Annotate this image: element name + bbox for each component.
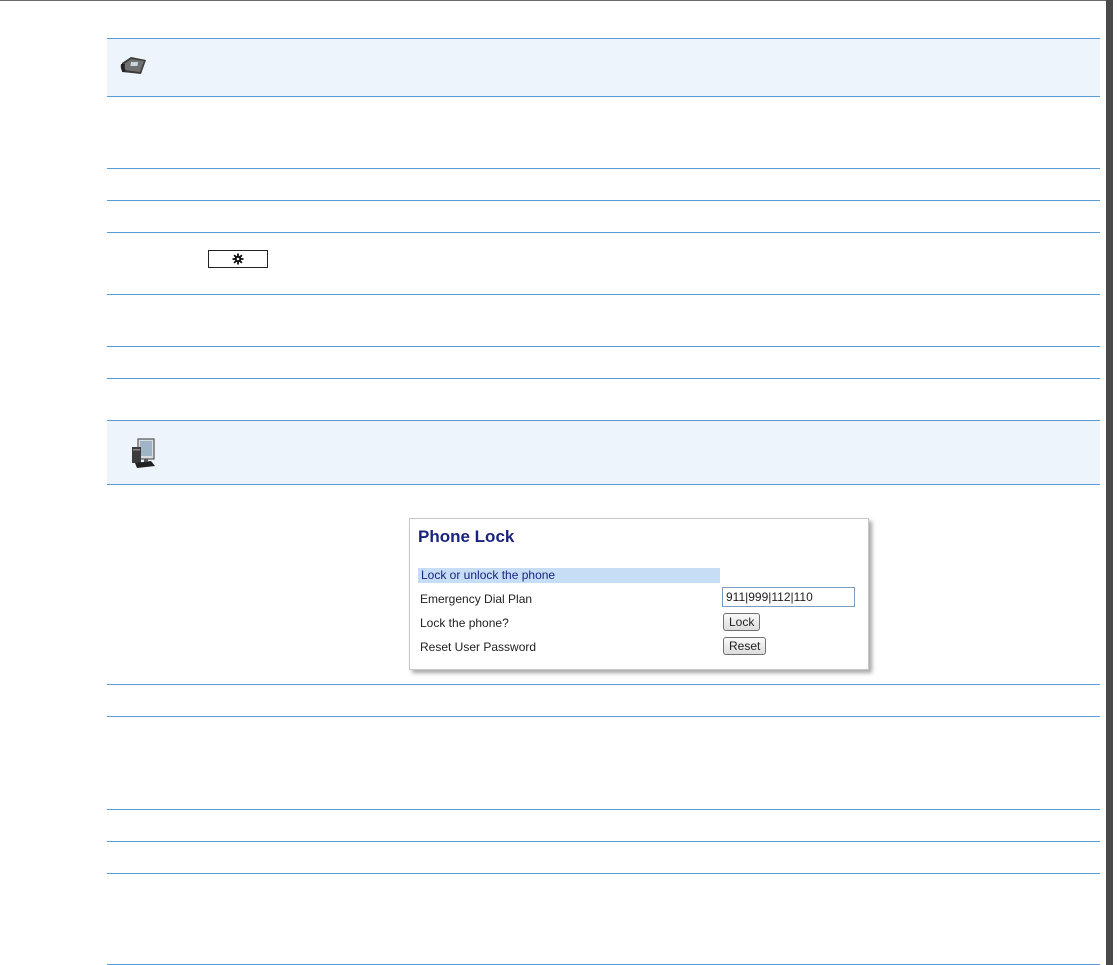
phone-ui-header-row bbox=[107, 38, 1100, 96]
emergency-dial-plan-input[interactable]: 911|999|112|110 bbox=[722, 587, 855, 607]
table-row bbox=[107, 168, 1100, 200]
table-row bbox=[107, 809, 1100, 841]
reset-button[interactable]: Reset bbox=[723, 637, 767, 655]
reset-password-label: Reset User Password bbox=[420, 640, 537, 654]
table-row bbox=[107, 378, 1100, 420]
web-ui-header-row bbox=[107, 420, 1100, 484]
table-row bbox=[107, 200, 1100, 232]
lock-phone-label: Lock the phone? bbox=[420, 616, 509, 630]
phone-lock-section-header: Lock or unlock the phone bbox=[418, 568, 720, 583]
options-key bbox=[208, 250, 268, 268]
lock-button[interactable]: Lock bbox=[723, 613, 761, 631]
table-row bbox=[107, 96, 1100, 168]
table-row bbox=[107, 684, 1100, 716]
emergency-dial-plan-label: Emergency Dial Plan bbox=[420, 592, 533, 606]
desk-phone-icon bbox=[119, 55, 149, 82]
computer-monitor-icon bbox=[129, 437, 159, 476]
table-row bbox=[107, 294, 1100, 346]
page-edge bbox=[1113, 0, 1118, 965]
table-row bbox=[107, 716, 1100, 809]
table-row bbox=[107, 841, 1100, 873]
table-row bbox=[107, 873, 1100, 965]
phone-lock-title: Phone Lock bbox=[418, 527, 515, 546]
gear-icon bbox=[232, 253, 244, 265]
top-rule bbox=[0, 0, 1118, 1]
table-row bbox=[107, 346, 1100, 378]
phone-lock-screenshot: Phone Lock Lock or unlock the phone Emer… bbox=[409, 518, 869, 670]
page-side-bar bbox=[1106, 0, 1113, 965]
